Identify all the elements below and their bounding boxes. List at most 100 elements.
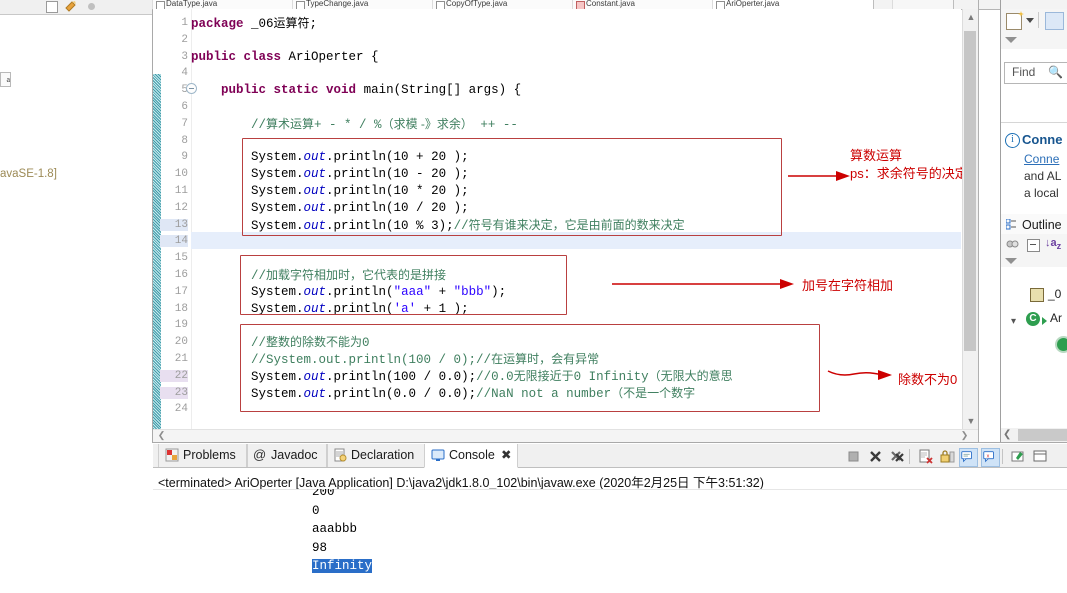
line-number: 14: [160, 235, 188, 248]
new-file-icon[interactable]: [46, 1, 58, 13]
line-number: 8: [181, 134, 188, 147]
chevron-down-icon[interactable]: ▾: [1011, 316, 1016, 327]
line-number: 2: [181, 33, 188, 46]
remove-launch-icon[interactable]: [867, 448, 884, 465]
declaration-icon: [334, 448, 347, 462]
editor-tab-copyoftype[interactable]: CopyOfType.java: [432, 0, 574, 9]
arrow-to-arithmetic-annotation: [788, 171, 850, 181]
java-file-icon: [156, 1, 165, 9]
minimize-icon[interactable]: [1032, 448, 1049, 465]
class-icon: C: [1026, 312, 1040, 326]
tab-declaration[interactable]: Declaration: [326, 444, 426, 467]
code-token: public: [191, 49, 244, 64]
line-number: 9: [181, 151, 188, 164]
editor-tab-datatype[interactable]: DataType.java: [152, 0, 294, 9]
arrow-to-concat-annotation: [612, 279, 794, 289]
line-number: 1: [181, 17, 188, 29]
jre-system-library-label: avaSE-1.8]: [0, 168, 57, 180]
tree-node-icon[interactable]: a: [0, 72, 11, 87]
code-token: ++ --: [472, 117, 518, 132]
console-output-line[interactable]: Infinity: [312, 559, 373, 573]
scroll-left-icon[interactable]: ❮: [155, 429, 168, 442]
open-console-icon[interactable]: [1010, 448, 1027, 465]
annotation-plus-on-strings: 加号在字符相加: [802, 278, 894, 293]
scroll-lock-icon[interactable]: [939, 448, 956, 465]
annotation-arithmetic-line1: 算数运算: [850, 148, 903, 163]
sort-az-icon[interactable]: ↓az: [1045, 237, 1061, 251]
remove-all-terminated-icon[interactable]: [889, 448, 906, 465]
chevron-down-icon[interactable]: [1026, 18, 1034, 23]
scroll-left-icon[interactable]: ❮: [1003, 428, 1011, 442]
editor-tab-constant[interactable]: Constant.java: [572, 0, 714, 9]
link-with-editor-icon[interactable]: [64, 0, 77, 12]
terminate-icon[interactable]: [845, 448, 862, 465]
view-menu-icon[interactable]: [88, 3, 95, 10]
console-output-line[interactable]: 0: [312, 504, 320, 518]
code-line-3[interactable]: public class AriOperter {: [191, 49, 379, 66]
clear-console-icon[interactable]: [917, 448, 934, 465]
collapse-all-icon[interactable]: [1027, 239, 1040, 252]
line-number: 5: [181, 84, 188, 97]
expand-arrow-icon: [1042, 317, 1047, 325]
toolbar-divider: [1002, 449, 1003, 464]
outline-item-package[interactable]: _0: [1048, 287, 1061, 301]
editor-tab-typechange[interactable]: TypeChange.java: [292, 0, 434, 9]
outline-icon: [1006, 219, 1016, 230]
line-number: 13: [160, 218, 188, 231]
tab-problems[interactable]: Problems: [158, 444, 248, 467]
scroll-up-icon[interactable]: ▲: [963, 9, 979, 25]
editor-right-border: [978, 0, 979, 442]
code-line-1[interactable]: package _06运算符;: [191, 15, 317, 33]
code-token: ;: [309, 17, 318, 31]
code-line-5[interactable]: public static void main(String[] args) {: [191, 82, 521, 99]
connection-link[interactable]: Conne: [1024, 152, 1059, 166]
link-icon[interactable]: [1045, 12, 1064, 30]
editor-horizontal-scrollbar[interactable]: [153, 429, 978, 443]
tab-javadoc[interactable]: @ Javadoc: [246, 444, 328, 467]
java-file-icon: [436, 1, 445, 9]
toolbar-divider: [1038, 12, 1039, 28]
method-icon[interactable]: [1055, 336, 1067, 353]
editor-tab-overflow[interactable]: [892, 0, 954, 9]
code-token: package: [191, 17, 252, 31]
code-line-7[interactable]: //算术运算+ - * / %（求模 -》求余） ++ --: [191, 116, 518, 134]
scroll-right-icon[interactable]: ❯: [958, 429, 971, 442]
line-number: 7: [181, 117, 188, 130]
editor-vertical-scroll-thumb[interactable]: [964, 31, 976, 351]
scroll-down-icon[interactable]: ▼: [963, 413, 979, 429]
outline-scroll-thumb[interactable]: [1018, 429, 1067, 441]
pin-console-icon[interactable]: [959, 448, 978, 467]
view-menu-icon[interactable]: [1005, 37, 1017, 43]
java-file-icon: [716, 1, 725, 9]
javadoc-icon: @: [253, 447, 267, 462]
line-number: 3: [181, 50, 188, 63]
connection-title: Conne: [1022, 132, 1063, 147]
display-selected-console-icon[interactable]: x: [981, 448, 1000, 467]
new-item-icon[interactable]: [1006, 13, 1022, 30]
search-icon[interactable]: 🔍: [1048, 65, 1063, 79]
outline-item-class[interactable]: Ar: [1050, 311, 1062, 325]
console-output-line[interactable]: 200: [312, 489, 335, 499]
java-file-icon: [296, 1, 305, 9]
line-number: 4: [181, 67, 188, 80]
console-output-line[interactable]: aaabbb: [312, 522, 357, 536]
line-number: 19: [174, 319, 188, 332]
annotation-divisor-nonzero: 除数不为0: [898, 372, 958, 387]
hide-fields-icon[interactable]: [1006, 239, 1019, 250]
package-explorer-panel[interactable]: a avaSE-1.8]: [0, 0, 153, 592]
code-token: class: [243, 49, 289, 64]
find-input-label: Find: [1012, 65, 1036, 79]
connection-text-2: and AL: [1024, 169, 1062, 183]
outline-view-menu-icon[interactable]: [1005, 258, 1017, 264]
line-number: 15: [174, 252, 188, 265]
division-by-zero-box: [240, 324, 820, 412]
console-output-line[interactable]: 98: [312, 541, 327, 555]
tab-console[interactable]: Console ✖: [424, 444, 518, 468]
close-icon[interactable]: ✖: [501, 444, 511, 467]
console-output-clip[interactable]: 200 0 aaabbb 98 Infinity: [153, 489, 1067, 590]
toolbar-divider: [909, 449, 910, 464]
eclipse-ide-window: a avaSE-1.8] DataType.java TypeChange.ja…: [0, 0, 1067, 593]
code-token: + - * / %: [314, 117, 382, 132]
code-token: _06: [251, 17, 274, 31]
editor-tab-arioperter[interactable]: AriOperter.java: [712, 0, 874, 9]
